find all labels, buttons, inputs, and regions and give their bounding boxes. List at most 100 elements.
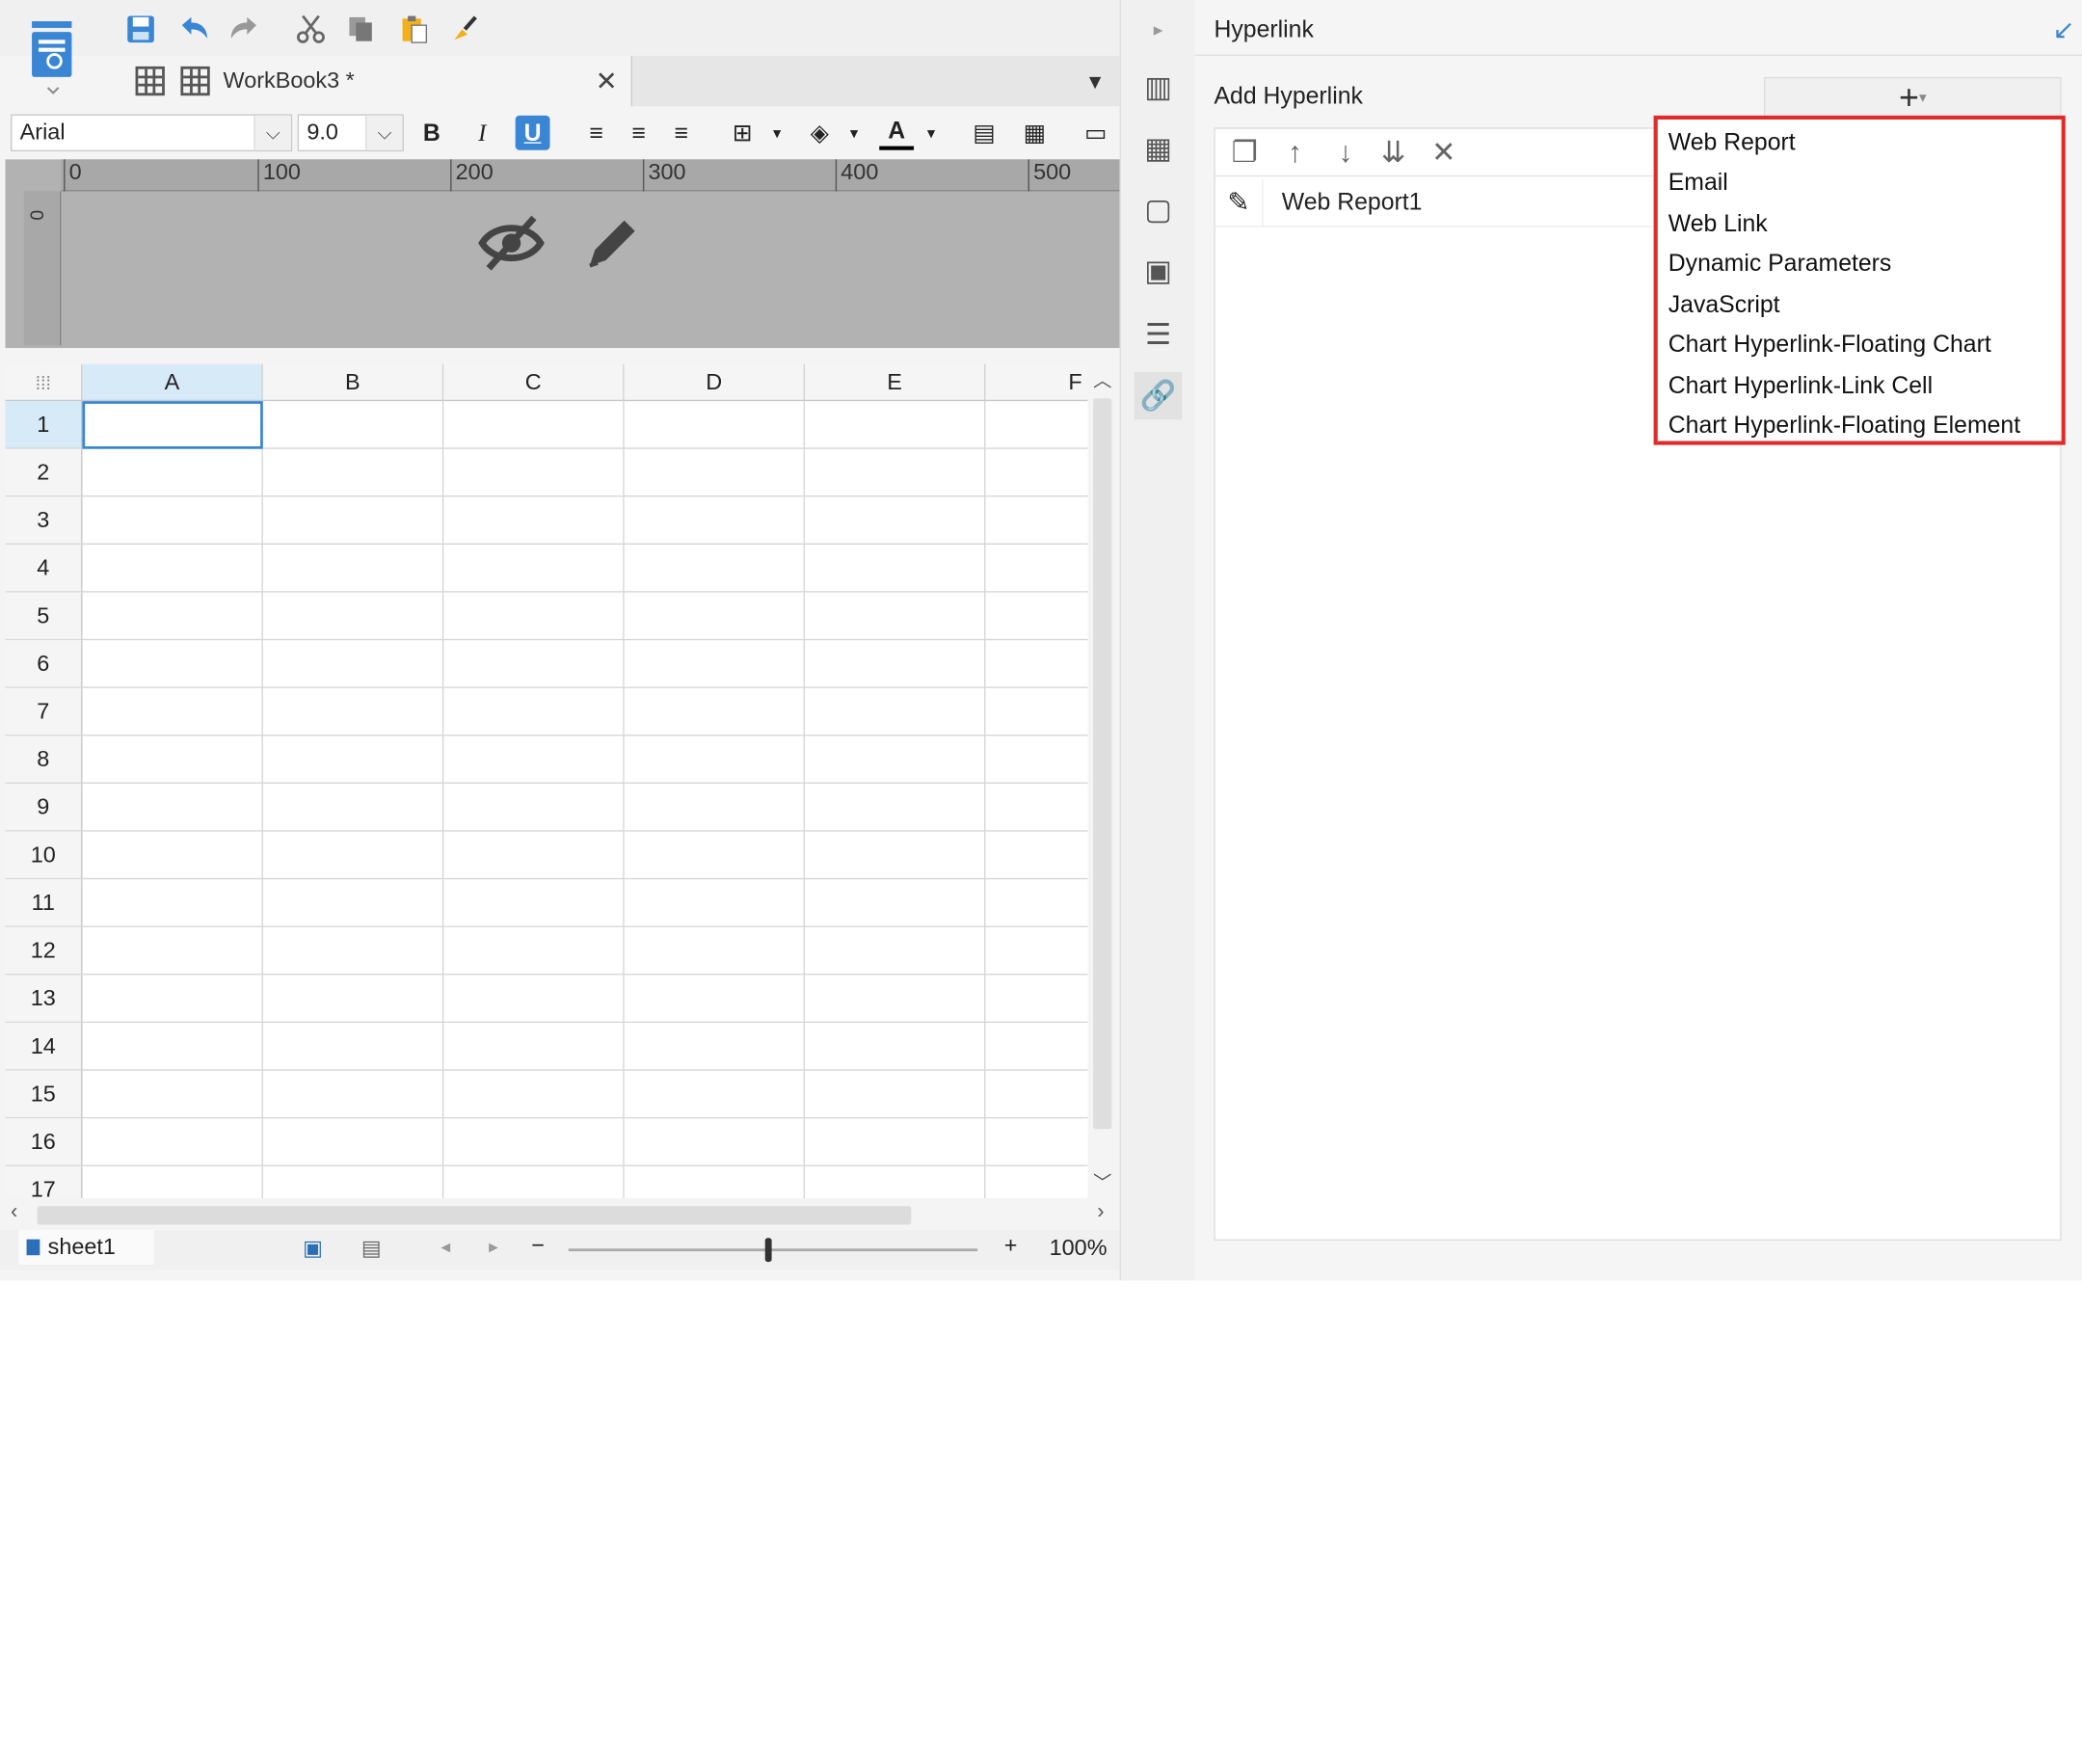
chevron-down-icon[interactable]: ▾ bbox=[837, 116, 871, 150]
row-header[interactable]: 10 bbox=[5, 831, 83, 880]
add-sheet-icon[interactable]: ▣ bbox=[303, 1236, 323, 1263]
cell-attribute-icon[interactable]: ▥ bbox=[1134, 64, 1183, 112]
cell[interactable] bbox=[262, 831, 444, 880]
cell[interactable] bbox=[624, 1023, 806, 1071]
chevron-right-icon[interactable]: › bbox=[1097, 1201, 1104, 1225]
cell[interactable] bbox=[82, 926, 263, 976]
chevron-down-icon[interactable]: ▾ bbox=[914, 116, 948, 150]
cell[interactable] bbox=[262, 1070, 444, 1119]
cell[interactable] bbox=[985, 545, 1088, 593]
cell[interactable] bbox=[985, 1023, 1088, 1071]
cell[interactable] bbox=[985, 784, 1088, 832]
cell[interactable] bbox=[985, 1071, 1088, 1119]
cell[interactable] bbox=[985, 975, 1088, 1024]
column-header[interactable]: F bbox=[985, 363, 1088, 402]
hide-icon[interactable] bbox=[478, 212, 545, 273]
cell[interactable] bbox=[624, 784, 806, 832]
column-header[interactable]: B bbox=[262, 363, 444, 402]
redo-icon[interactable] bbox=[226, 11, 263, 48]
cell[interactable] bbox=[443, 784, 625, 832]
font-color-icon[interactable]: A bbox=[879, 116, 915, 150]
cell[interactable] bbox=[262, 975, 444, 1024]
cell[interactable] bbox=[624, 879, 806, 927]
italic-button[interactable]: I bbox=[465, 116, 499, 150]
cell[interactable] bbox=[82, 687, 263, 736]
cell[interactable] bbox=[443, 496, 625, 545]
cell[interactable] bbox=[443, 687, 625, 736]
cell[interactable] bbox=[985, 640, 1088, 688]
row-header[interactable]: 16 bbox=[5, 1118, 83, 1166]
horizontal-scrollbar[interactable]: ‹ › bbox=[5, 1200, 1117, 1231]
more-format-icon[interactable]: ▭ bbox=[1079, 116, 1113, 150]
cell[interactable] bbox=[624, 1118, 806, 1166]
widget-icon[interactable]: ▣ bbox=[1134, 247, 1183, 295]
logo-icon[interactable] bbox=[18, 16, 85, 96]
cell[interactable] bbox=[624, 544, 806, 593]
cell[interactable] bbox=[985, 401, 1088, 449]
cell[interactable] bbox=[985, 735, 1088, 785]
row-header[interactable]: 4 bbox=[5, 544, 83, 593]
cell[interactable] bbox=[262, 592, 444, 641]
column-header[interactable]: E bbox=[805, 363, 986, 402]
cell[interactable] bbox=[82, 544, 263, 593]
undo-icon[interactable] bbox=[175, 11, 213, 48]
chevron-left-icon[interactable]: ‹ bbox=[11, 1201, 17, 1225]
spreadsheet-grid[interactable]: ⁞⁞⁞ A B C D E F 1 2 3 4 5 6 7 8 9 10 11 12 13 14 15 16 17 bbox=[5, 363, 1088, 1198]
cell[interactable] bbox=[82, 784, 263, 832]
cell[interactable] bbox=[262, 784, 444, 832]
cell[interactable] bbox=[82, 496, 263, 545]
row-header[interactable]: 6 bbox=[5, 640, 83, 688]
border-icon[interactable]: ⊞ bbox=[725, 116, 760, 150]
cell[interactable] bbox=[805, 926, 986, 976]
chevron-down-icon[interactable]: ﹀ bbox=[1093, 1169, 1111, 1196]
row-header[interactable]: 11 bbox=[5, 879, 83, 927]
split-cells-icon[interactable]: ▦ bbox=[1018, 116, 1053, 150]
select-all-corner[interactable]: ⁞⁞⁞ bbox=[5, 363, 83, 402]
cell[interactable] bbox=[624, 735, 806, 785]
cell[interactable] bbox=[985, 593, 1088, 641]
close-icon[interactable]: ✕ bbox=[596, 66, 618, 98]
cell[interactable] bbox=[805, 1070, 986, 1119]
cell[interactable] bbox=[805, 544, 986, 593]
cell[interactable] bbox=[624, 687, 806, 736]
row-header[interactable]: 2 bbox=[5, 448, 83, 497]
add-report-icon[interactable]: ▤ bbox=[361, 1236, 382, 1263]
cell[interactable] bbox=[624, 1070, 806, 1119]
sheet-tab[interactable]: sheet1 bbox=[18, 1230, 154, 1265]
vertical-scrollbar[interactable]: ︿ ﹀ bbox=[1087, 363, 1117, 1198]
cell[interactable] bbox=[82, 735, 263, 785]
cell[interactable] bbox=[262, 879, 444, 927]
cell[interactable] bbox=[443, 926, 625, 976]
align-left-icon[interactable]: ≡ bbox=[579, 116, 614, 150]
cell[interactable] bbox=[805, 1023, 986, 1071]
column-header[interactable]: C bbox=[443, 363, 625, 402]
save-icon[interactable] bbox=[122, 11, 160, 48]
cell[interactable] bbox=[624, 640, 806, 688]
cell[interactable] bbox=[805, 496, 986, 545]
cell[interactable] bbox=[82, 1070, 263, 1119]
cell[interactable] bbox=[985, 688, 1088, 736]
condition-icon[interactable]: ☰ bbox=[1134, 310, 1183, 359]
scroll-thumb[interactable] bbox=[37, 1206, 912, 1225]
edit-icon[interactable] bbox=[582, 212, 643, 273]
menu-item-web-link[interactable]: Web Link bbox=[1658, 203, 2062, 244]
font-size-select[interactable]: 9.0 ⌵ bbox=[297, 114, 404, 152]
cell[interactable] bbox=[443, 1023, 625, 1071]
cell[interactable] bbox=[805, 784, 986, 832]
copy-icon[interactable] bbox=[343, 11, 381, 48]
cell[interactable] bbox=[805, 687, 986, 736]
frame-icon[interactable]: ▢ bbox=[1134, 186, 1183, 234]
font-family-select[interactable]: Arial ⌵ bbox=[11, 114, 293, 152]
cell[interactable] bbox=[443, 975, 625, 1024]
zoom-slider[interactable] bbox=[568, 1248, 978, 1252]
format-painter-icon[interactable] bbox=[446, 11, 484, 48]
chevron-up-icon[interactable]: ︿ bbox=[1093, 366, 1111, 393]
move-up-icon[interactable]: ↑ bbox=[1276, 134, 1314, 172]
collapse-icon[interactable]: ↙ bbox=[2052, 13, 2074, 46]
cell[interactable] bbox=[262, 687, 444, 736]
merge-cells-icon[interactable]: ▤ bbox=[967, 116, 1001, 150]
row-header[interactable]: 1 bbox=[5, 401, 83, 449]
row-header[interactable]: 3 bbox=[5, 496, 83, 545]
cell[interactable] bbox=[262, 1023, 444, 1071]
sort-icon[interactable]: ⇊ bbox=[1375, 134, 1412, 172]
